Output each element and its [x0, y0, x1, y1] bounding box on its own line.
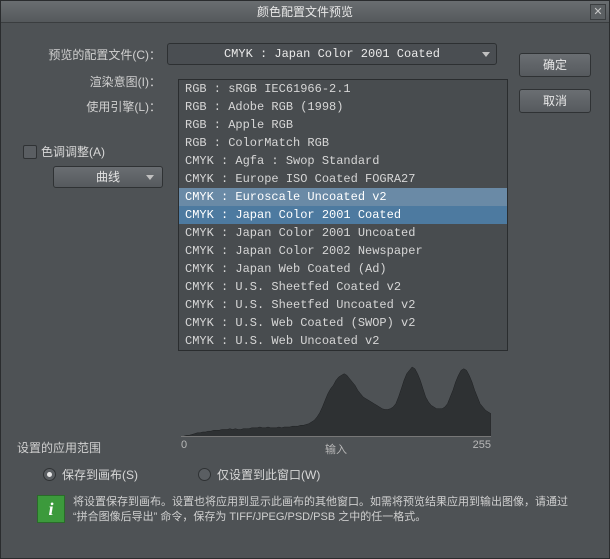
dialog-title: 颜色配置文件预览: [257, 5, 353, 19]
radio-save-label: 保存到画布(S): [62, 466, 138, 483]
histogram-svg: [181, 365, 491, 437]
radio-dot-icon: [47, 472, 52, 477]
engine-label: 使用引擎(L)：: [17, 98, 167, 115]
info-text: 将设置保存到画布。设置也将应用到显示此画布的其他窗口。如需将预览结果应用到输出图…: [73, 495, 573, 525]
apply-scope-title: 设置的应用范围: [17, 439, 593, 456]
profile-option[interactable]: CMYK : Japan Color 2001 Coated: [179, 206, 507, 224]
ok-button-label: 确定: [543, 58, 567, 72]
profile-option[interactable]: CMYK : U.S. Web Coated (SWOP) v2: [179, 314, 507, 332]
radio-this-label: 仅设置到此窗口(W): [217, 466, 320, 483]
cancel-button-label: 取消: [543, 94, 567, 108]
profile-option[interactable]: CMYK : Agfa : Swop Standard: [179, 152, 507, 170]
info-row: i 将设置保存到画布。设置也将应用到显示此画布的其他窗口。如需将预览结果应用到输…: [37, 495, 593, 525]
profile-option[interactable]: CMYK : Euroscale Uncoated v2: [179, 188, 507, 206]
profile-label: 预览的配置文件(C)：: [17, 46, 167, 63]
info-icon: i: [37, 495, 65, 523]
profile-option[interactable]: RGB : Apple RGB: [179, 116, 507, 134]
tone-curve-value: 曲线: [96, 170, 120, 184]
profile-option[interactable]: CMYK : U.S. Sheetfed Uncoated v2: [179, 296, 507, 314]
profile-option[interactable]: CMYK : Japan Color 2001 Uncoated: [179, 224, 507, 242]
radio-this-window[interactable]: 仅设置到此窗口(W): [198, 466, 320, 483]
cancel-button[interactable]: 取消: [519, 89, 591, 113]
chevron-down-icon: [482, 52, 490, 57]
profile-option[interactable]: RGB : sRGB IEC61966-2.1: [179, 80, 507, 98]
dialog-window: 颜色配置文件预览 ✕ 确定 取消 预览的配置文件(C)： CMYK : Japa…: [0, 0, 610, 559]
chevron-down-icon: [146, 175, 154, 180]
radio-save-to-canvas[interactable]: 保存到画布(S): [43, 466, 138, 483]
radio-icon: [43, 468, 56, 481]
profile-row: 预览的配置文件(C)： CMYK : Japan Color 2001 Coat…: [17, 43, 593, 65]
profile-option[interactable]: CMYK : Europe ISO Coated FOGRA27: [179, 170, 507, 188]
tone-adjust-checkbox[interactable]: [23, 145, 37, 159]
dialog-body: 确定 取消 预览的配置文件(C)： CMYK : Japan Color 200…: [1, 23, 609, 198]
apply-scope-group: 设置的应用范围 保存到画布(S) 仅设置到此窗口(W) i 将设置保存到画布。设…: [17, 439, 593, 525]
radio-icon: [198, 468, 211, 481]
tone-curve-dropdown[interactable]: 曲线: [53, 166, 163, 188]
ok-button[interactable]: 确定: [519, 53, 591, 77]
profile-option[interactable]: CMYK : Japan Web Coated (Ad): [179, 260, 507, 278]
profile-dropdown[interactable]: CMYK : Japan Color 2001 Coated: [167, 43, 497, 65]
profile-dropdown-value: CMYK : Japan Color 2001 Coated: [224, 47, 440, 61]
profile-dropdown-list[interactable]: RGB : sRGB IEC61966-2.1RGB : Adobe RGB (…: [178, 79, 508, 351]
profile-option[interactable]: CMYK : Japan Color 2002 Newspaper: [179, 242, 507, 260]
titlebar: 颜色配置文件预览 ✕: [1, 1, 609, 23]
tone-adjust-label: 色调调整(A): [41, 143, 105, 160]
close-icon: ✕: [593, 6, 602, 18]
right-button-column: 确定 取消: [519, 53, 591, 113]
profile-option[interactable]: RGB : Adobe RGB (1998): [179, 98, 507, 116]
apply-scope-radios: 保存到画布(S) 仅设置到此窗口(W): [43, 466, 593, 483]
intent-label: 渲染意图(I)：: [17, 73, 167, 90]
profile-option[interactable]: CMYK : U.S. Sheetfed Coated v2: [179, 278, 507, 296]
close-button[interactable]: ✕: [590, 4, 606, 20]
profile-option[interactable]: CMYK : U.S. Web Uncoated v2: [179, 332, 507, 350]
profile-option[interactable]: RGB : ColorMatch RGB: [179, 134, 507, 152]
